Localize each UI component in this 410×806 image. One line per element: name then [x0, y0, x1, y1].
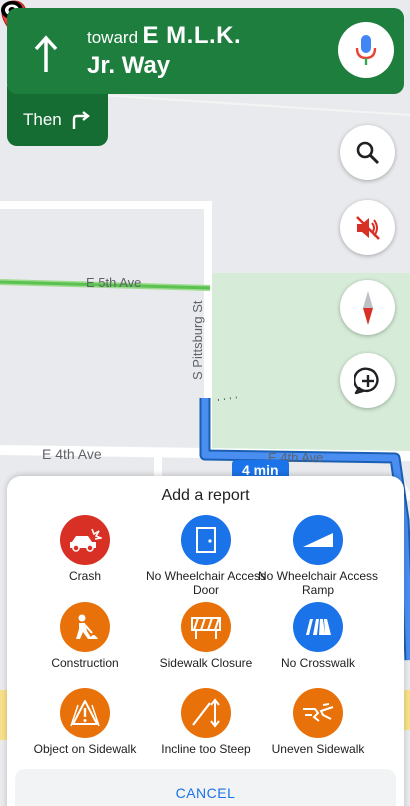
report-no-wheelchair-ramp[interactable]: No Wheelchair Access Ramp [252, 515, 384, 597]
compass-button[interactable] [340, 280, 395, 335]
volume-off-icon [355, 215, 380, 240]
street-label-e-5th: E 5th Ave [86, 275, 142, 290]
warning-cone-icon-circle [60, 688, 110, 738]
incline-icon-circle [181, 688, 231, 738]
report-construction[interactable]: Construction [19, 602, 151, 670]
street-label-e-4th: E 4th Ave [42, 446, 102, 462]
ramp-icon-circle [293, 515, 343, 565]
cracked-sidewalk-icon-circle [293, 688, 343, 738]
report-label: Uneven Sidewalk [271, 742, 365, 756]
report-no-crosswalk[interactable]: No Crosswalk [252, 602, 384, 670]
street-label-s-pittsburg: S Pittsburg St [190, 300, 205, 380]
report-label: No Crosswalk [280, 656, 355, 670]
report-label: Construction [51, 656, 119, 670]
straight-arrow-icon [34, 35, 58, 72]
warning-cone-icon [70, 700, 100, 727]
crosswalk-icon [306, 619, 331, 635]
search-button[interactable] [340, 125, 395, 180]
door-icon [196, 527, 216, 553]
barrier-icon-circle [181, 602, 231, 652]
report-label: Object on Sidewalk [33, 742, 137, 756]
crash-icon [70, 528, 102, 552]
then-label: Then [23, 110, 62, 129]
sheet-title: Add a report [161, 487, 250, 504]
mute-button[interactable] [340, 200, 395, 255]
nav-street-line2: Jr. Way [87, 52, 171, 79]
construction-icon [76, 614, 98, 639]
navigation-banner[interactable]: toward E M.L.K. Jr. Way [7, 8, 404, 94]
cracked-sidewalk-icon [303, 703, 334, 722]
search-icon [356, 141, 379, 164]
door-icon-circle [181, 515, 231, 565]
add-report-icon [353, 367, 379, 394]
cancel-button[interactable]: CANCEL [15, 769, 396, 806]
compass-icon [362, 290, 373, 325]
report-uneven-sidewalk[interactable]: Uneven Sidewalk [252, 688, 384, 756]
nav-toward: toward [87, 28, 139, 47]
report-label: No Wheelchair Access Ramp [257, 569, 379, 597]
incline-icon [192, 698, 220, 728]
construction-icon-circle [60, 602, 110, 652]
ramp-icon [303, 533, 333, 547]
then-panel[interactable]: Then [7, 86, 108, 146]
report-crash[interactable]: Crash [19, 515, 151, 583]
voice-search-button[interactable] [338, 22, 394, 78]
nav-instruction: toward E M.L.K. Jr. Way [87, 22, 241, 80]
turn-right-icon [72, 111, 90, 129]
nav-street-line1: E M.L.K. [142, 22, 242, 49]
report-object-on-sidewalk[interactable]: Object on Sidewalk [19, 688, 151, 756]
cancel-label: CANCEL [175, 785, 236, 801]
crosswalk-icon-circle [293, 602, 343, 652]
crash-icon-circle [60, 515, 110, 565]
microphone-icon [355, 35, 377, 65]
report-label: Crash [68, 569, 101, 583]
barrier-icon [191, 617, 221, 639]
add-report-button[interactable] [340, 353, 395, 408]
add-report-sheet: Add a report Crash No Wheelchair Access … [7, 476, 404, 806]
